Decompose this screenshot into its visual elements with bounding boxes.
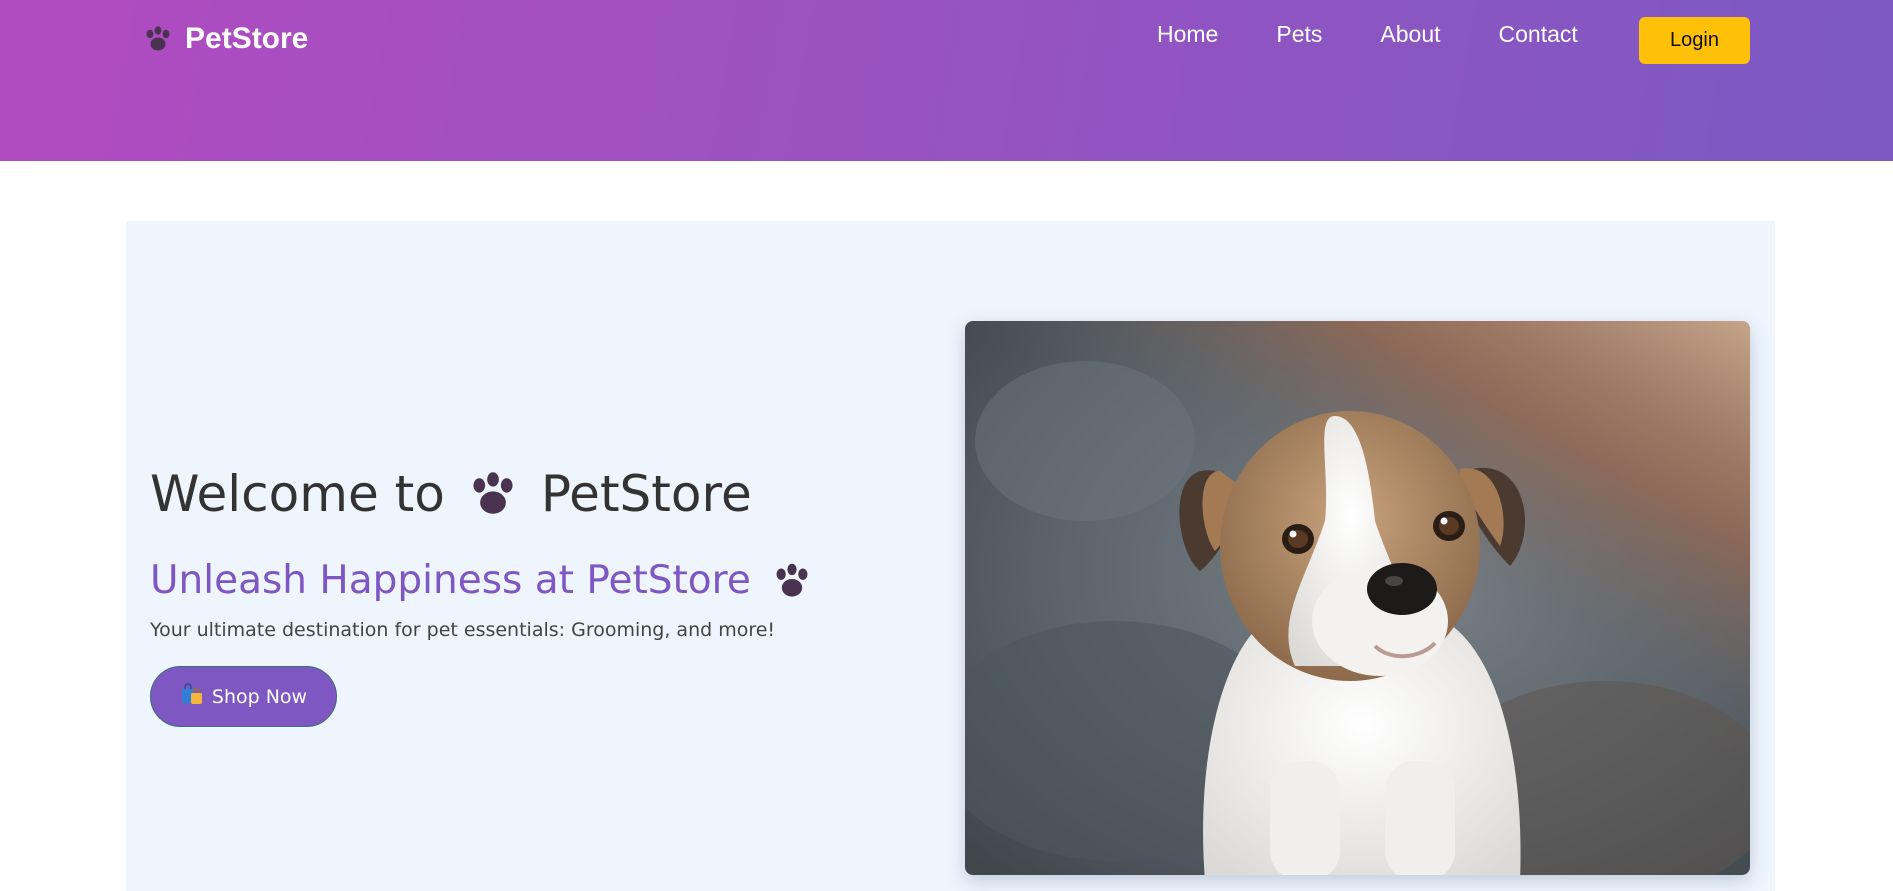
site-header: PetStore Home Pets About Contact Login [0,0,1893,161]
hero-title: Welcome to PetStore [150,465,752,523]
main-nav: Home Pets About Contact [1157,18,1636,50]
brand-name: PetStore [185,22,309,55]
puppy-photo [965,321,1750,875]
brand-logo[interactable]: PetStore [143,22,308,56]
nav-contact-link[interactable]: Contact [1499,18,1578,50]
nav-home-link[interactable]: Home [1157,18,1218,50]
nav-pets-link[interactable]: Pets [1276,18,1322,50]
nav-about-link[interactable]: About [1380,18,1440,50]
hero-title-brand: PetStore [540,465,752,523]
paw-icon [143,25,173,53]
hero-description: Your ultimate destination for pet essent… [150,619,776,641]
hero-title-prefix: Welcome to [150,465,445,523]
hero-subtitle: Unleash Happiness at PetStore [150,558,813,603]
paw-icon [467,470,519,518]
shopping-bags-icon [180,683,204,710]
hero-subtitle-text: Unleash Happiness at PetStore [150,558,751,603]
paw-icon [771,562,813,600]
shop-now-button[interactable]: Shop Now [150,666,337,727]
hero-section: Welcome to PetStore Unleash Happiness at… [126,221,1775,891]
shop-now-label: Shop Now [211,685,308,708]
login-button[interactable]: Login [1639,17,1750,64]
